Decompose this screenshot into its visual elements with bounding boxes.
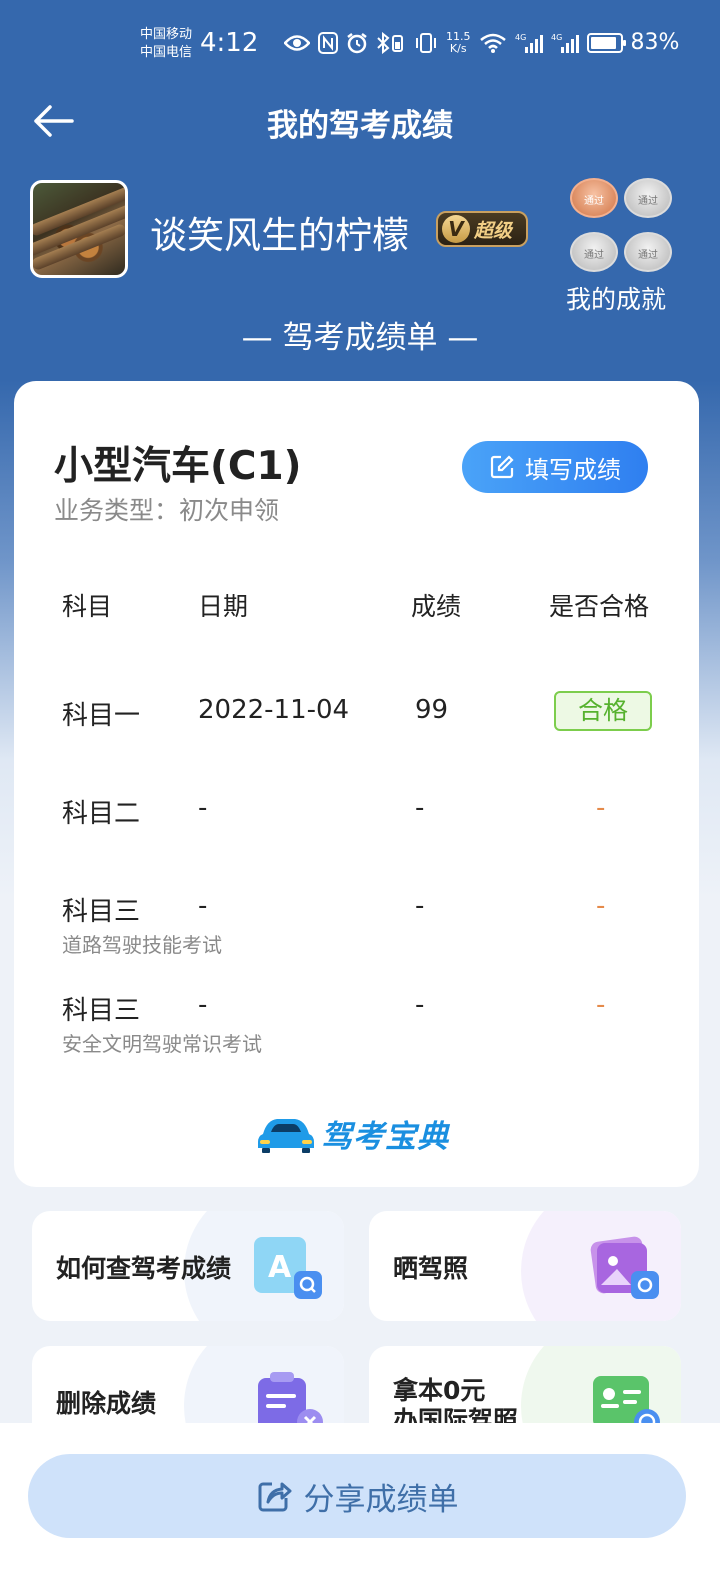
status-bar: 中国移动 中国电信 4:12 11.5 K/s 4G 4G 83% <box>0 0 720 90</box>
signal-4g-icon-1: 4G <box>515 33 543 53</box>
search-score-icon: A <box>254 1237 322 1299</box>
medal-icon: 通过 <box>570 178 618 218</box>
status-icons: 11.5 K/s 4G 4G 83% <box>284 30 679 55</box>
medal-text: 通过 <box>584 196 604 207</box>
brand-logo: 驾考宝典 <box>257 1111 449 1156</box>
username: 谈笑风生的柠檬 <box>150 214 409 257</box>
row-subject: 科目二 <box>62 799 141 829</box>
battery-icon <box>586 32 626 53</box>
tile-label-line1: 拿本0元 <box>393 1376 486 1405</box>
business-type: 业务类型：初次申领 <box>54 496 280 525</box>
net-speed: 11.5 K/s <box>446 29 471 55</box>
carrier-2: 中国电信 <box>140 45 193 60</box>
net-speed-value: 11.5 <box>446 29 471 43</box>
vibrate-icon <box>416 32 436 53</box>
row-sub-label: 道路驾驶技能考试 <box>62 933 222 957</box>
pass-badge: 合格 <box>554 691 652 731</box>
alarm-icon <box>347 32 367 53</box>
row-date: 2022-11-04 <box>198 695 350 725</box>
achievement-medals[interactable]: 通过 通过 通过 通过 <box>570 178 674 272</box>
row-score: - <box>415 793 425 823</box>
score-card: 小型汽车(C1) 业务类型：初次申领 填写成绩 科目 日期 成绩 是否合格 科目… <box>14 381 699 1187</box>
row-date: - <box>198 990 208 1020</box>
share-icon <box>258 1482 291 1512</box>
signal-4g-icon-2: 4G <box>551 33 579 53</box>
svg-text:4G: 4G <box>515 33 526 42</box>
medal-icon: 通过 <box>624 178 672 218</box>
nfc-icon <box>318 31 338 54</box>
net-speed-unit: K/s <box>449 41 467 55</box>
page-title: 我的驾考成绩 <box>267 108 453 144</box>
col-subject: 科目 <box>62 592 113 621</box>
wifi-icon <box>479 33 506 53</box>
how-to-check-score-tile[interactable]: 如何查驾考成绩 A <box>32 1211 344 1321</box>
car-logo-icon <box>258 1118 314 1153</box>
eye-icon <box>284 34 310 51</box>
car-type: 小型汽车(C1) <box>54 444 302 489</box>
achievements-link[interactable]: 我的成就 <box>566 280 666 316</box>
tile-label: 删除成绩 <box>56 1389 157 1418</box>
svg-text:4G: 4G <box>551 33 562 42</box>
row-date: - <box>198 891 208 921</box>
row-result: - <box>596 891 606 921</box>
brand-logo-text: 驾考宝典 <box>321 1119 449 1155</box>
score-sheet-title: — 驾考成绩单 — <box>241 320 479 356</box>
col-score: 成绩 <box>411 592 462 621</box>
vip-badge[interactable]: V 超级 <box>436 211 528 247</box>
tile-label: 晒驾照 <box>393 1254 469 1283</box>
medal-text: 通过 <box>584 250 604 261</box>
row-subject: 科目三 <box>62 897 141 927</box>
svg-text:A: A <box>268 1250 292 1285</box>
share-score-sheet-button[interactable]: 分享成绩单 <box>28 1454 686 1538</box>
row-result: - <box>596 793 606 823</box>
share-button-label: 分享成绩单 <box>303 1481 459 1518</box>
row-result: - <box>596 990 606 1020</box>
carrier-info: 中国移动 中国电信 <box>140 26 192 62</box>
battery-percent: 83% <box>630 30 680 55</box>
row-score: - <box>415 891 425 921</box>
photo-share-icon <box>590 1236 659 1299</box>
show-license-tile[interactable]: 晒驾照 <box>369 1211 681 1321</box>
medal-text: 通过 <box>638 196 658 207</box>
edit-icon <box>490 455 514 479</box>
vip-letter: V <box>442 215 470 243</box>
carrier-1: 中国移动 <box>140 27 193 42</box>
avatar[interactable] <box>30 180 128 278</box>
row-date: - <box>198 793 208 823</box>
medal-icon: 通过 <box>570 232 618 272</box>
vip-label: 超级 <box>474 219 513 242</box>
medal-text: 通过 <box>638 250 658 261</box>
tile-label: 如何查驾考成绩 <box>56 1254 232 1283</box>
bluetooth-battery-icon <box>377 31 403 54</box>
clock: 4:12 <box>200 28 259 58</box>
fill-score-label: 填写成绩 <box>525 455 621 484</box>
row-score: - <box>415 990 425 1020</box>
row-subject: 科目一 <box>62 701 141 731</box>
row-sub-label: 安全文明驾驶常识考试 <box>62 1032 262 1056</box>
row-subject: 科目三 <box>62 996 141 1026</box>
medal-icon: 通过 <box>624 232 672 272</box>
col-date: 日期 <box>198 592 249 621</box>
row-score: 99 <box>415 695 449 725</box>
col-pass: 是否合格 <box>549 592 650 621</box>
fill-score-button[interactable]: 填写成绩 <box>462 441 648 493</box>
